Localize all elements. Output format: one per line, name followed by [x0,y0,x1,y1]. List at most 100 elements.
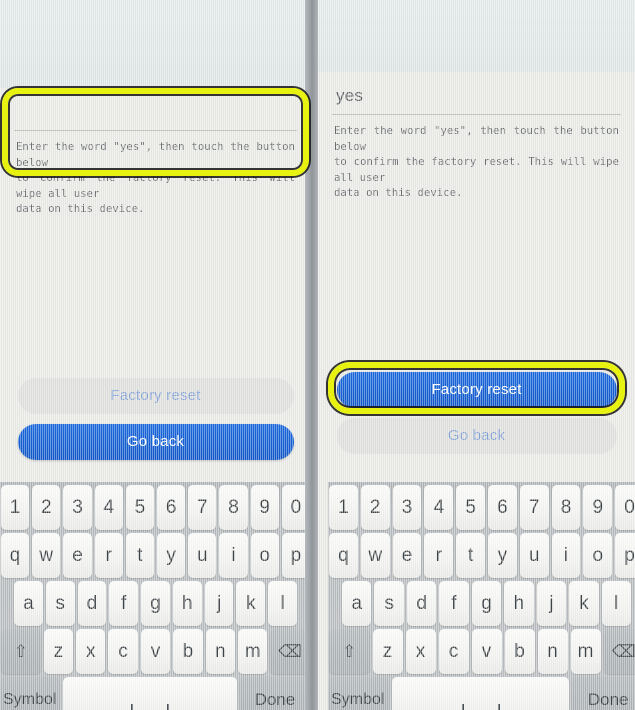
key-z[interactable]: z [43,629,74,674]
key-f[interactable]: f [439,581,469,626]
key-w[interactable]: w [360,533,390,578]
key-g[interactable]: g [141,581,170,626]
key-c[interactable]: c [108,629,138,674]
space-bar-icon [461,704,500,710]
keyboard-row-numbers: 1 2 3 4 5 6 7 8 9 0 [0,485,311,530]
key-p[interactable]: p [615,533,635,578]
done-key[interactable]: Done [239,677,310,710]
key-v[interactable]: v [471,629,502,674]
key-8[interactable]: 8 [551,485,581,530]
symbol-key[interactable]: Symbol [329,677,389,710]
key-7[interactable]: 7 [188,485,217,530]
shift-icon[interactable]: ⇧ [1,629,41,674]
key-1[interactable]: 1 [329,485,358,530]
instruction-line: data on this device. [334,187,463,199]
key-4[interactable]: 4 [94,485,123,530]
shift-icon[interactable]: ⇧ [329,629,370,674]
key-y[interactable]: y [488,533,517,578]
key-k[interactable]: k [569,581,599,626]
key-q[interactable]: q [0,533,30,578]
space-key[interactable] [391,677,570,710]
go-back-button[interactable]: Go back [336,418,617,454]
input-underline [332,114,621,115]
factory-reset-dialog: Enter the word "yes", then touch the but… [0,88,311,218]
key-m[interactable]: m [570,629,601,674]
key-5[interactable]: 5 [456,485,485,530]
key-x[interactable]: x [76,629,106,674]
key-b[interactable]: b [173,629,203,674]
key-a[interactable]: a [13,581,43,626]
key-0[interactable]: 0 [615,485,635,530]
go-back-button[interactable]: Go back [17,424,294,460]
key-k[interactable]: k [236,581,266,626]
key-s[interactable]: s [374,581,404,626]
key-w[interactable]: w [32,533,61,578]
key-1[interactable]: 1 [0,485,30,530]
key-t[interactable]: t [456,533,485,578]
key-i[interactable]: i [551,533,581,578]
confirmation-text-input[interactable] [18,88,293,130]
key-a[interactable]: a [342,581,372,626]
keyboard-row-bottom: ⇧ z x c v b n m ⌫ [0,629,311,674]
key-x[interactable]: x [405,629,436,674]
key-u[interactable]: u [188,533,217,578]
key-o[interactable]: o [250,533,279,578]
done-key[interactable]: Done [572,677,635,710]
key-z[interactable]: z [372,629,403,674]
key-h[interactable]: h [504,581,534,626]
symbol-key[interactable]: Symbol [1,677,60,710]
key-y[interactable]: y [157,533,186,578]
key-v[interactable]: v [140,629,171,674]
factory-reset-button[interactable]: Factory reset [336,372,617,408]
key-4[interactable]: 4 [424,485,454,530]
key-3[interactable]: 3 [63,485,92,530]
key-d[interactable]: d [77,581,107,626]
key-c[interactable]: c [438,629,469,674]
key-h[interactable]: h [172,581,202,626]
key-s[interactable]: s [45,581,75,626]
key-n[interactable]: n [205,629,235,674]
key-i[interactable]: i [219,533,248,578]
key-g[interactable]: g [471,581,502,626]
key-e[interactable]: e [392,533,422,578]
key-j[interactable]: j [204,581,234,626]
key-l[interactable]: l [601,581,631,626]
screen-before: Enter the word "yes", then touch the but… [0,0,311,710]
key-d[interactable]: d [406,581,437,626]
screenshot-stage: Enter the word "yes", then touch the but… [0,0,635,710]
space-key[interactable] [62,677,237,710]
key-5[interactable]: 5 [125,485,154,530]
key-e[interactable]: e [63,533,92,578]
keyboard-row-home: a s d f g h j k l [328,581,635,626]
screen-top-bar [0,0,311,88]
keyboard-row-home: a s d f g h j k l [0,581,311,626]
key-9[interactable]: 9 [250,485,279,530]
key-2[interactable]: 2 [32,485,61,530]
key-m[interactable]: m [237,629,268,674]
key-t[interactable]: t [125,533,154,578]
key-u[interactable]: u [519,533,549,578]
key-q[interactable]: q [329,533,358,578]
factory-reset-dialog: yes Enter the word "yes", then touch the… [318,72,635,202]
backspace-icon[interactable]: ⌫ [603,629,635,674]
key-o[interactable]: o [583,533,613,578]
factory-reset-button[interactable]: Factory reset [17,378,294,414]
key-f[interactable]: f [109,581,139,626]
key-9[interactable]: 9 [583,485,613,530]
key-r[interactable]: r [424,533,454,578]
phone-screen: Enter the word "yes", then touch the but… [0,0,311,710]
key-3[interactable]: 3 [392,485,422,530]
key-l[interactable]: l [268,581,298,626]
key-8[interactable]: 8 [219,485,248,530]
key-2[interactable]: 2 [360,485,390,530]
confirmation-text-input[interactable]: yes [336,72,617,114]
key-j[interactable]: j [536,581,567,626]
key-b[interactable]: b [504,629,535,674]
instruction-text: Enter the word "yes", then touch the but… [16,140,295,218]
keyboard-row-qwerty: q w e r t y u i o p [0,533,311,578]
key-7[interactable]: 7 [519,485,549,530]
key-r[interactable]: r [94,533,123,578]
key-6[interactable]: 6 [157,485,186,530]
key-n[interactable]: n [537,629,568,674]
key-6[interactable]: 6 [488,485,517,530]
